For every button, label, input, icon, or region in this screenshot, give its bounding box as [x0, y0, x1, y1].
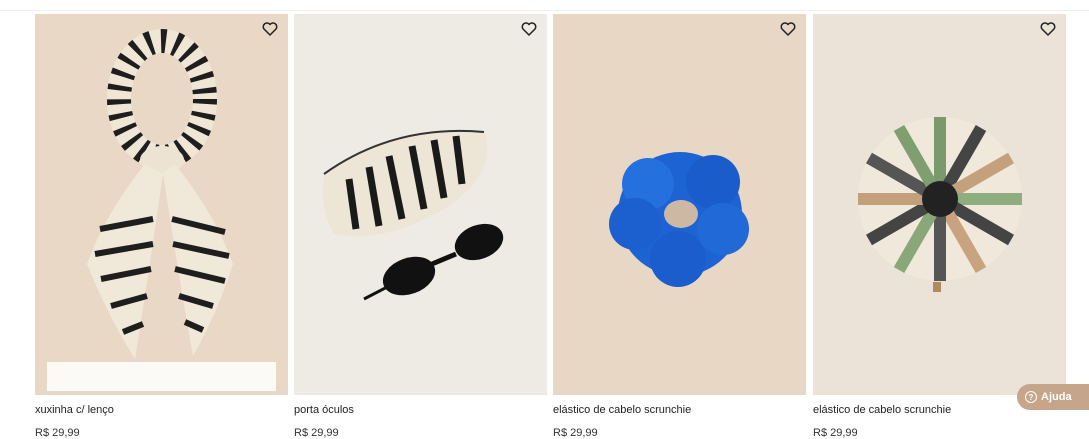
- product-image[interactable]: [35, 14, 288, 395]
- product-price: R$ 29,99: [294, 427, 339, 439]
- heart-outline-icon[interactable]: [1039, 20, 1057, 38]
- product-grid: xuxinha c/ lenço R$ 29,99 porta óculos R…: [35, 14, 1067, 439]
- product-card[interactable]: xuxinha c/ lenço R$ 29,99: [35, 14, 288, 439]
- product-image[interactable]: [294, 14, 547, 395]
- product-name[interactable]: porta óculos: [294, 404, 354, 416]
- heart-outline-icon[interactable]: [261, 20, 279, 38]
- product-card[interactable]: elástico de cabelo scrunchie R$ 29,99: [553, 14, 806, 439]
- product-price: R$ 29,99: [813, 427, 858, 439]
- header-divider: [0, 10, 1089, 11]
- product-name[interactable]: xuxinha c/ lenço: [35, 404, 114, 416]
- heart-outline-icon[interactable]: [520, 20, 538, 38]
- heart-outline-icon[interactable]: [779, 20, 797, 38]
- help-label: Ajuda: [1041, 391, 1072, 403]
- product-image[interactable]: [553, 14, 806, 395]
- product-name[interactable]: elástico de cabelo scrunchie: [813, 404, 951, 416]
- product-name[interactable]: elástico de cabelo scrunchie: [553, 404, 691, 416]
- product-price: R$ 29,99: [35, 427, 80, 439]
- product-price: R$ 29,99: [553, 427, 598, 439]
- product-card[interactable]: porta óculos R$ 29,99: [294, 14, 547, 439]
- help-button[interactable]: ? Ajuda: [1017, 384, 1089, 410]
- product-image[interactable]: [813, 14, 1066, 395]
- question-circle-icon: ?: [1025, 391, 1037, 403]
- product-card[interactable]: elástico de cabelo scrunchie R$ 29,99: [813, 14, 1066, 439]
